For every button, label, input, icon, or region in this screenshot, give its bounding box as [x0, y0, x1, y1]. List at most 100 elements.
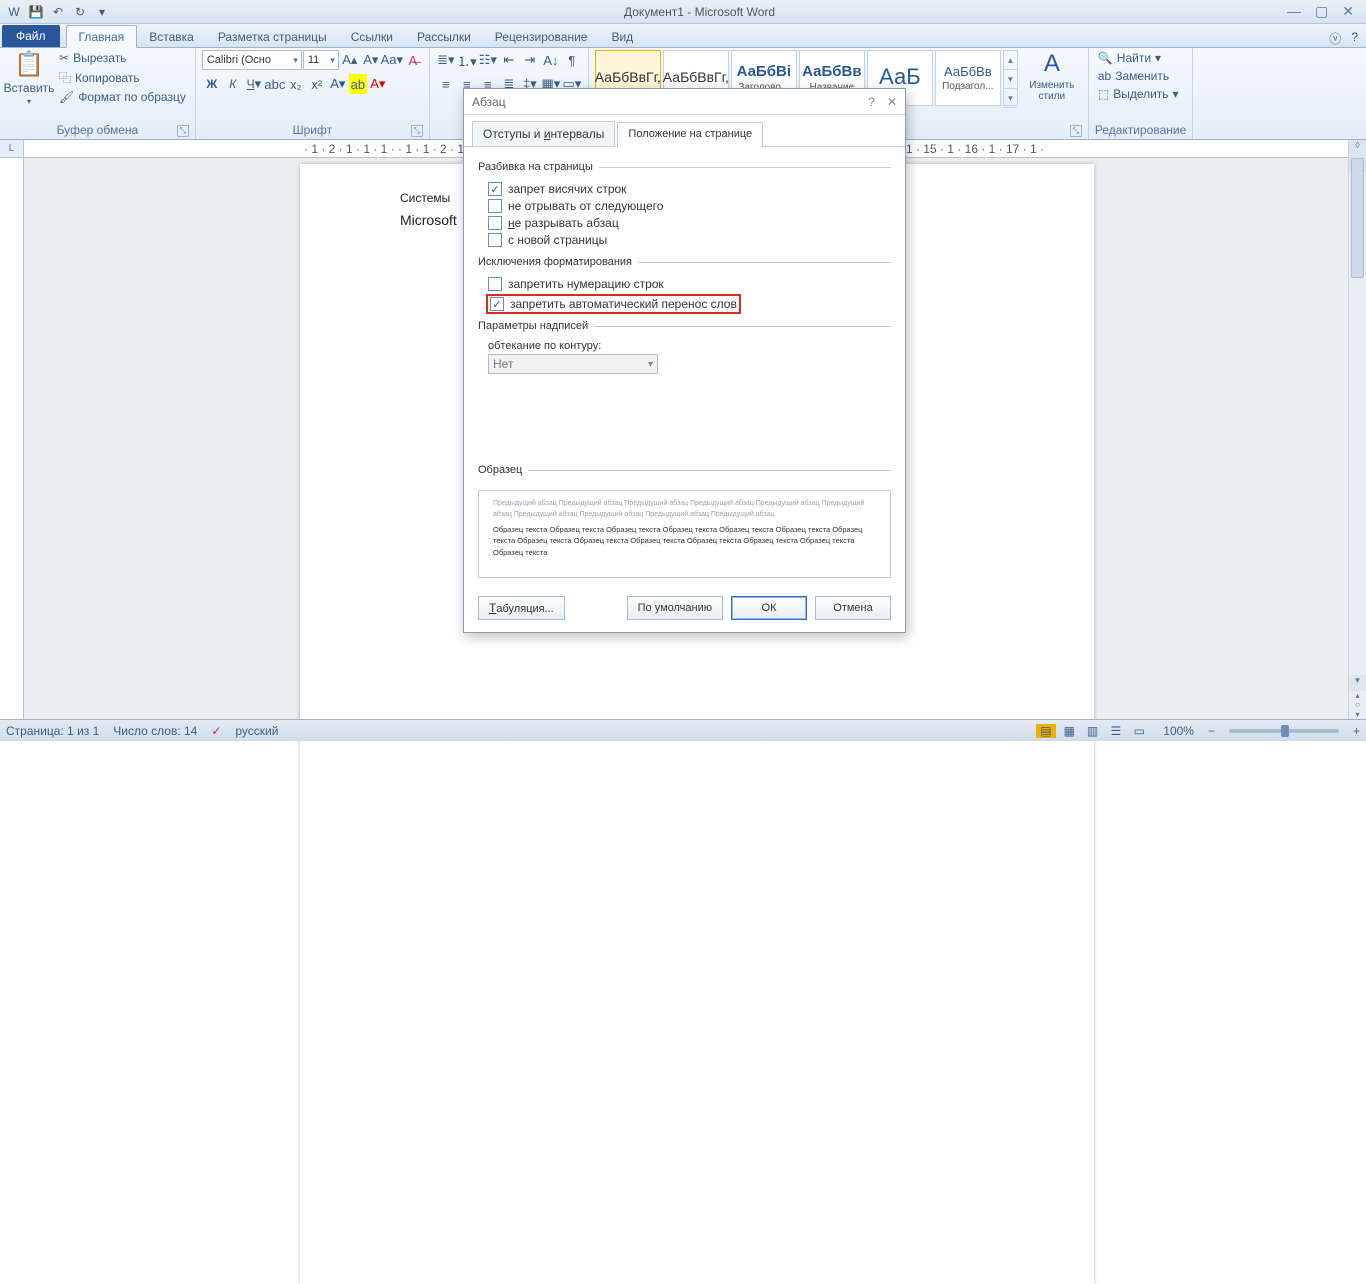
- cut-button[interactable]: ✂Вырезать: [56, 50, 189, 66]
- redo-icon[interactable]: ↻: [70, 2, 90, 22]
- font-launcher-icon[interactable]: ⤡: [411, 125, 423, 137]
- outline-icon[interactable]: ☰: [1106, 724, 1126, 738]
- align-left-icon[interactable]: ≡: [436, 74, 456, 94]
- underline-icon[interactable]: Ч▾: [244, 74, 264, 94]
- keep-lines-checkbox[interactable]: не разрывать абзац: [488, 216, 891, 230]
- show-marks-icon[interactable]: ¶: [562, 50, 582, 70]
- replace-icon: ab: [1098, 69, 1111, 83]
- subscript-icon[interactable]: x₂: [286, 74, 306, 94]
- dialog-help-icon[interactable]: ?: [868, 95, 875, 109]
- numbering-icon[interactable]: ⒈▾: [457, 50, 477, 70]
- undo-icon[interactable]: ↶: [48, 2, 68, 22]
- find-button[interactable]: 🔍Найти ▾: [1095, 50, 1164, 66]
- status-words[interactable]: Число слов: 14: [113, 724, 197, 738]
- styles-launcher-icon[interactable]: ⤡: [1070, 125, 1082, 137]
- ruler-toggle-icon[interactable]: ◊: [1349, 140, 1366, 156]
- ok-button[interactable]: ОК: [731, 596, 807, 620]
- next-page-icon[interactable]: ▾: [1349, 710, 1366, 719]
- bullets-icon[interactable]: ≣▾: [436, 50, 456, 70]
- tab-view[interactable]: Вид: [599, 26, 645, 47]
- close-icon[interactable]: ✕: [1342, 3, 1354, 20]
- tabs-button[interactable]: Табуляция...: [478, 596, 565, 620]
- dialog-close-icon[interactable]: ✕: [887, 95, 897, 109]
- paragraph-dialog: Абзац ?✕ Отступы и интервалы Положение н…: [463, 88, 906, 633]
- dialog-tabs: Отступы и интервалы Положение на страниц…: [464, 115, 905, 147]
- zoom-out-icon[interactable]: −: [1208, 724, 1215, 738]
- replace-button[interactable]: abЗаменить: [1095, 68, 1172, 84]
- default-button[interactable]: По умолчанию: [627, 596, 723, 620]
- style-subtitle[interactable]: АаБбВвПодзагол...: [935, 50, 1001, 106]
- keep-with-next-checkbox[interactable]: не отрывать от следующего: [488, 199, 891, 213]
- scroll-down-icon[interactable]: ▾: [1349, 675, 1366, 691]
- zoom-level[interactable]: 100%: [1163, 724, 1194, 738]
- tab-references[interactable]: Ссылки: [339, 26, 405, 47]
- tab-selector[interactable]: L: [0, 140, 24, 158]
- tab-home[interactable]: Главная: [66, 25, 138, 48]
- tab-mailings[interactable]: Рассылки: [405, 26, 483, 47]
- draft-icon[interactable]: ▭: [1129, 724, 1149, 738]
- select-button[interactable]: ⬚Выделить ▾: [1095, 86, 1182, 102]
- minimize-ribbon-icon[interactable]: ⓥ: [1329, 30, 1341, 47]
- cancel-button[interactable]: Отмена: [815, 596, 891, 620]
- font-color-icon[interactable]: A▾: [368, 74, 388, 94]
- tight-wrap-combo: Нет: [488, 354, 658, 374]
- superscript-icon[interactable]: x²: [307, 74, 327, 94]
- vertical-scrollbar[interactable]: ◊ ▴ ▾ ▴○▾: [1348, 140, 1366, 719]
- format-painter-button[interactable]: 🖌Формат по образцу: [56, 89, 189, 105]
- tab-review[interactable]: Рецензирование: [483, 26, 600, 47]
- bold-icon[interactable]: Ж: [202, 74, 222, 94]
- minimize-icon[interactable]: —: [1287, 3, 1301, 20]
- suppress-line-numbers-checkbox[interactable]: запретить нумерацию строк: [488, 277, 891, 291]
- prev-page-icon[interactable]: ▴: [1349, 691, 1366, 700]
- no-hyphenation-checkbox[interactable]: запретить автоматический перенос слов: [490, 297, 737, 311]
- zoom-slider[interactable]: [1229, 729, 1339, 733]
- grow-font-icon[interactable]: A▴: [340, 50, 360, 70]
- font-size-combo[interactable]: 11: [303, 50, 339, 70]
- group-clipboard: 📋 Вставить ▾ ✂Вырезать ⿻Копировать 🖌Форм…: [0, 48, 196, 139]
- scissors-icon: ✂: [59, 51, 69, 65]
- find-icon: 🔍: [1098, 51, 1113, 65]
- tab-layout[interactable]: Разметка страницы: [206, 26, 339, 47]
- status-page[interactable]: Страница: 1 из 1: [6, 724, 99, 738]
- fullscreen-icon[interactable]: ▦: [1059, 724, 1079, 738]
- styles-scroll[interactable]: ▴▾▾: [1003, 50, 1018, 106]
- font-family-combo[interactable]: Calibri (Осно: [202, 50, 302, 70]
- widow-control-checkbox[interactable]: запрет висячих строк: [488, 182, 891, 196]
- status-language[interactable]: русский: [235, 724, 278, 738]
- save-icon[interactable]: 💾: [26, 2, 46, 22]
- browse-object-icon[interactable]: ○: [1349, 700, 1366, 709]
- group-font: Calibri (Осно 11 A▴ A▾ Aa▾ A̶ Ж К Ч▾ abc…: [196, 48, 430, 139]
- text-effects-icon[interactable]: A▾: [328, 74, 348, 94]
- tab-insert[interactable]: Вставка: [137, 26, 206, 47]
- print-layout-icon[interactable]: ▤: [1036, 724, 1056, 738]
- italic-icon[interactable]: К: [223, 74, 243, 94]
- tab-position[interactable]: Положение на странице: [617, 122, 763, 147]
- tab-indents[interactable]: Отступы и интервалы: [472, 121, 615, 146]
- tab-file[interactable]: Файл: [2, 25, 60, 47]
- indent-inc-icon[interactable]: ⇥: [520, 50, 540, 70]
- proofing-icon[interactable]: ✓: [211, 724, 221, 738]
- highlight-icon[interactable]: ab: [349, 74, 367, 94]
- paste-button[interactable]: 📋 Вставить ▾: [6, 50, 52, 106]
- clear-format-icon[interactable]: A̶: [403, 50, 423, 70]
- qat-more-icon[interactable]: ▾: [92, 2, 112, 22]
- clipboard-launcher-icon[interactable]: ⤡: [177, 125, 189, 137]
- copy-button[interactable]: ⿻Копировать: [56, 68, 189, 87]
- titlebar: W 💾 ↶ ↻ ▾ Документ1 - Microsoft Word — ▢…: [0, 0, 1366, 24]
- word-icon[interactable]: W: [4, 2, 24, 22]
- textbox-options-group: Параметры надписей обтекание по контуру:…: [478, 320, 891, 374]
- maximize-icon[interactable]: ▢: [1315, 3, 1328, 20]
- zoom-in-icon[interactable]: +: [1353, 724, 1360, 738]
- sort-icon[interactable]: A↓: [541, 50, 561, 70]
- shrink-font-icon[interactable]: A▾: [361, 50, 381, 70]
- change-styles-button[interactable]: A Изменить стили: [1022, 50, 1082, 102]
- strike-icon[interactable]: abc: [265, 74, 285, 94]
- change-case-icon[interactable]: Aa▾: [382, 50, 402, 70]
- indent-dec-icon[interactable]: ⇤: [499, 50, 519, 70]
- multilevel-icon[interactable]: ☷▾: [478, 50, 498, 70]
- scroll-thumb[interactable]: [1351, 158, 1364, 278]
- vertical-ruler[interactable]: L: [0, 158, 24, 719]
- web-layout-icon[interactable]: ▥: [1083, 724, 1103, 738]
- help-icon[interactable]: ?: [1351, 30, 1358, 47]
- page-break-before-checkbox[interactable]: с новой страницы: [488, 233, 891, 247]
